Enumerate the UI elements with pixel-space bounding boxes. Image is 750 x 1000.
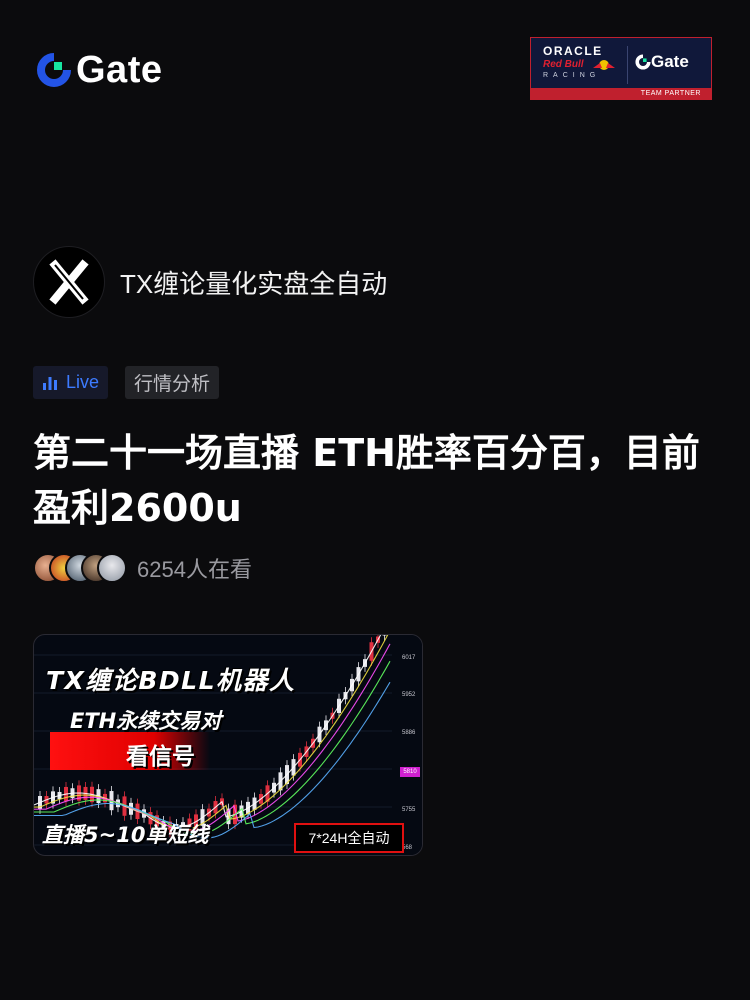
viewer-avatars [33, 551, 133, 585]
price-tick: 5952 [402, 692, 416, 698]
gate-logo-text: Gate [76, 48, 163, 91]
live-label: Live [66, 372, 100, 392]
category-label: 行情分析 [134, 373, 211, 395]
partner-redbull-text: Red Bull [543, 59, 584, 70]
price-tick: 6017 [402, 655, 416, 661]
bar-chart-icon [43, 376, 57, 390]
channel-name[interactable]: TX缠论量化实盘全自动 [120, 264, 387, 301]
team-partner-badge: ORACLE Red Bull RACING Gate TEAM PARTNER [530, 37, 712, 100]
thumbnail-subline: ETH永续交易对 [70, 709, 222, 733]
stream-thumbnail[interactable]: 6017 5952 5886 5810 5755 568 TX缠论BDLL机器人… [33, 634, 423, 856]
price-marker: 5810 [400, 767, 420, 777]
channel-avatar[interactable] [33, 246, 105, 318]
partner-oracle-text: ORACLE [543, 44, 603, 58]
gate-logo: Gate [36, 48, 163, 91]
x-logo-icon [49, 259, 89, 305]
thumbnail-bottom-text: 直播5~10单短线 [42, 823, 209, 847]
live-tag: Live [33, 366, 109, 399]
category-tag[interactable]: 行情分析 [125, 366, 220, 399]
viewer-count: 6254人在看 [137, 557, 252, 582]
thumbnail-headline: TX缠论BDLL机器人 [46, 666, 296, 695]
redbull-icon [593, 60, 615, 70]
partner-racing-text: RACING [543, 72, 601, 79]
gate-logo-icon [37, 52, 72, 87]
price-tick: 5886 [402, 730, 416, 736]
viewer-info: 6254人在看 [33, 551, 252, 585]
partner-gate: Gate [635, 52, 689, 72]
partner-label: TEAM PARTNER [640, 90, 701, 97]
gate-small-icon [635, 54, 651, 70]
partner-separator [627, 46, 628, 84]
viewer-avatar [97, 553, 127, 583]
price-tick: 5755 [402, 807, 416, 813]
thumbnail-auto-box: 7*24H全自动 [294, 823, 404, 853]
stream-title: 第二十一场直播 ETH胜率百分百，目前盈利2600u [33, 431, 700, 530]
thumbnail-signal: 看信号 [126, 744, 195, 770]
partner-gate-text: Gate [651, 52, 689, 71]
